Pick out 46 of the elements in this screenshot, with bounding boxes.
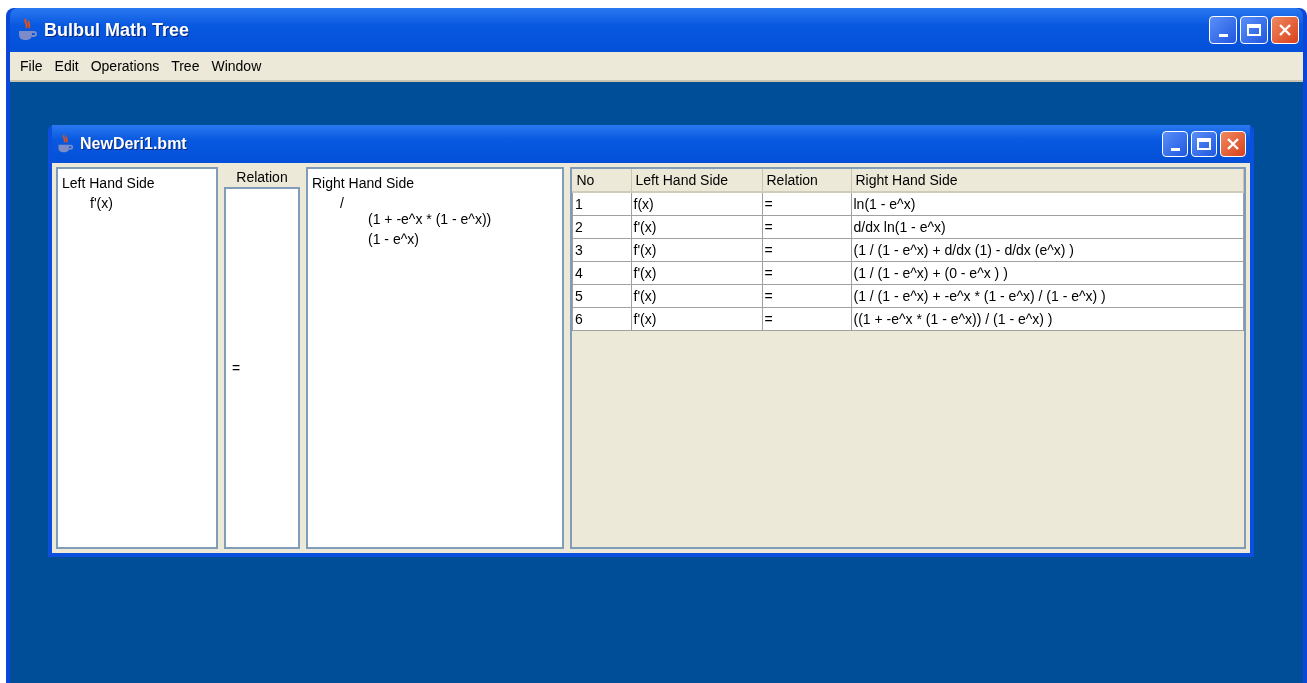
tree-node[interactable]: (1 - e^x) bbox=[368, 231, 419, 247]
table-cell: d/dx ln(1 - e^x) bbox=[851, 215, 1244, 239]
close-button[interactable] bbox=[1271, 16, 1299, 44]
minimize-button[interactable] bbox=[1209, 16, 1237, 44]
close-icon bbox=[1225, 136, 1241, 152]
window-title: Bulbul Math Tree bbox=[44, 19, 189, 41]
table-cell: (1 / (1 - e^x) + d/dx (1) - d/dx (e^x) ) bbox=[851, 238, 1244, 262]
document-title: NewDeri1.bmt bbox=[80, 135, 187, 153]
close-button[interactable] bbox=[1220, 131, 1246, 157]
table-cell: f(x) bbox=[631, 192, 762, 216]
table-cell: f'(x) bbox=[631, 261, 762, 285]
close-icon bbox=[1277, 22, 1293, 38]
menu-item[interactable]: File bbox=[14, 58, 49, 74]
table-cell: ((1 + -e^x * (1 - e^x)) / (1 - e^x) ) bbox=[851, 307, 1244, 331]
table-cell: 6 bbox=[572, 307, 631, 331]
menu-item[interactable]: Window bbox=[205, 58, 268, 74]
maximize-button[interactable] bbox=[1240, 16, 1268, 44]
table-cell: 2 bbox=[572, 215, 631, 239]
table-cell: (1 / (1 - e^x) + (0 - e^x ) ) bbox=[851, 261, 1244, 285]
table-cell: 1 bbox=[572, 192, 631, 216]
relation-value: = bbox=[232, 360, 241, 376]
table-cell: 3 bbox=[572, 238, 631, 262]
menu-item[interactable]: Edit bbox=[48, 58, 85, 74]
tree-header: Left Hand Side bbox=[62, 175, 156, 191]
table-cell: f'(x) bbox=[631, 238, 762, 262]
tree-header: Right Hand Side bbox=[312, 175, 415, 191]
coffee-cup-icon bbox=[16, 18, 38, 42]
maximize-button[interactable] bbox=[1191, 131, 1217, 157]
coffee-cup-icon bbox=[56, 134, 74, 154]
column-header[interactable]: No bbox=[572, 169, 631, 192]
table-cell: ln(1 - e^x) bbox=[851, 192, 1244, 216]
tree-node[interactable]: f'(x) bbox=[90, 195, 113, 211]
column-header[interactable]: Left Hand Side bbox=[631, 169, 762, 192]
table-cell: f'(x) bbox=[631, 307, 762, 331]
column-header[interactable]: Right Hand Side bbox=[851, 169, 1244, 192]
table-cell: f'(x) bbox=[631, 284, 762, 308]
table-cell: 4 bbox=[572, 261, 631, 285]
minimize-button[interactable] bbox=[1162, 131, 1188, 157]
column-header[interactable]: Relation bbox=[762, 169, 851, 192]
tree-node[interactable]: / bbox=[340, 195, 344, 211]
table-cell: 5 bbox=[572, 284, 631, 308]
menu-item[interactable]: Tree bbox=[165, 58, 206, 74]
table-cell: f'(x) bbox=[631, 215, 762, 239]
menu-item[interactable]: Operations bbox=[84, 58, 166, 74]
table-cell: (1 / (1 - e^x) + -e^x * (1 - e^x) / (1 - e^x) ) bbox=[851, 284, 1244, 308]
tree-node[interactable]: (1 + -e^x * (1 - e^x)) bbox=[368, 211, 492, 227]
